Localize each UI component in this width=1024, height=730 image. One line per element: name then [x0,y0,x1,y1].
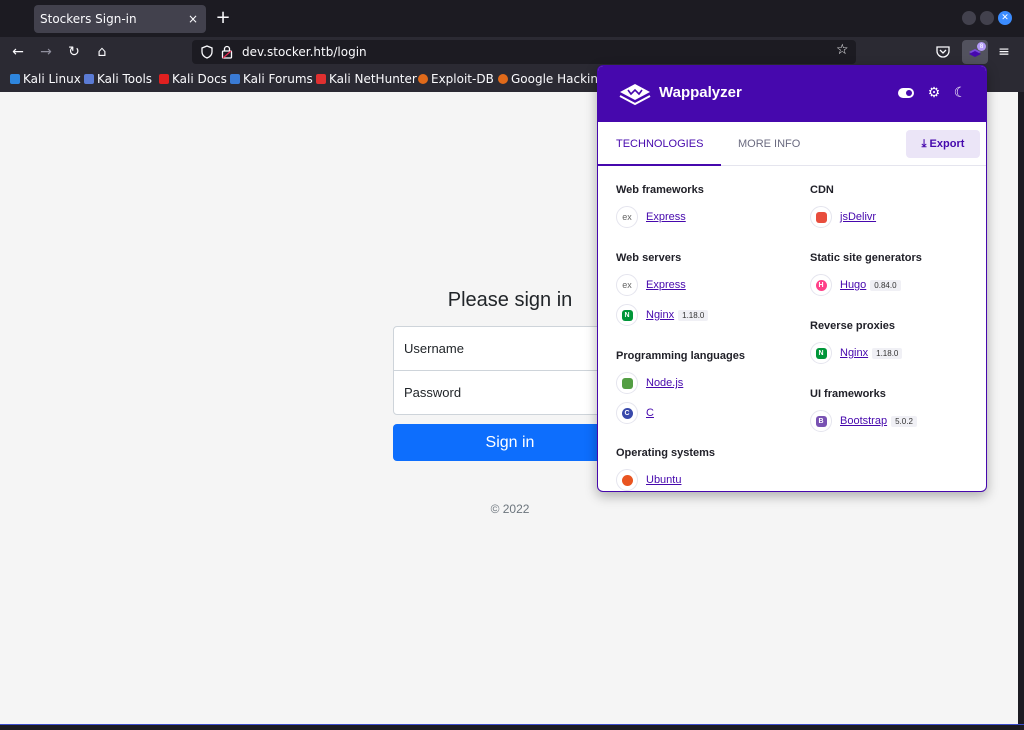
express-icon: ex [616,274,638,296]
tech-item[interactable]: B Bootstrap 5.0.2 [810,410,917,432]
hugo-icon: H [810,274,832,296]
wappalyzer-popup: Wappalyzer ⚙ ☾ TECHNOLOGIES MORE INFO ⤓ … [597,65,987,492]
tech-item[interactable]: Node.js [616,372,683,394]
tech-item[interactable]: N Nginx 1.18.0 [810,342,903,364]
export-button[interactable]: ⤓ Export [906,130,980,158]
home-icon[interactable]: ⌂ [92,41,112,63]
category-web-servers: Web servers [616,252,682,264]
bootstrap-icon: B [810,410,832,432]
category-cdn: CDN [810,184,834,196]
pocket-icon[interactable] [936,46,950,58]
nginx-icon: N [810,342,832,364]
version-badge: 1.18.0 [678,309,709,321]
maximize-button[interactable] [980,11,994,25]
signin-button[interactable]: Sign in [393,424,627,461]
category-static-site-generators: Static site generators [810,252,922,264]
category-web-frameworks: Web frameworks [616,184,704,196]
url-text: dev.stocker.htb/login [242,45,367,59]
tech-item[interactable]: ex Express [616,206,686,228]
wappalyzer-header: Wappalyzer ⚙ ☾ [598,66,986,122]
jsdelivr-icon [810,206,832,228]
password-field[interactable]: Password [393,370,627,415]
tab-stockers-signin[interactable]: Stockers Sign-in × [34,5,206,33]
bookmark-kali-tools[interactable]: Kali Tools [84,67,152,92]
kali-tools-icon [84,74,94,84]
version-badge: 0.84.0 [870,279,901,291]
dark-mode-moon-icon[interactable]: ☾ [952,84,968,101]
kali-nethunter-icon [316,74,326,84]
tech-item[interactable]: H Hugo 0.84.0 [810,274,901,296]
tech-item[interactable]: N Nginx 1.18.0 [616,304,709,326]
reload-icon[interactable]: ↻ [64,41,84,63]
kali-forums-icon [230,74,240,84]
bookmark-kali-linux[interactable]: Kali Linux [10,67,81,92]
toggle-icon[interactable] [898,88,914,98]
window-edge [1018,92,1024,724]
wappalyzer-tabs: TECHNOLOGIES MORE INFO ⤓ Export [598,122,986,166]
bookmark-kali-nethunter[interactable]: Kali NetHunter [316,67,417,92]
settings-gear-icon[interactable]: ⚙ [926,84,942,101]
tech-link[interactable]: jsDelivr [840,211,876,223]
bookmark-google-hacking[interactable]: Google Hacking [498,67,606,92]
bookmark-kali-forums[interactable]: Kali Forums [230,67,313,92]
export-label: Export [929,138,965,150]
page-title: Please sign in [447,289,573,311]
kali-docs-icon [159,74,169,84]
ubuntu-icon [616,469,638,491]
tech-item[interactable]: jsDelivr [810,206,876,228]
navigation-bar: ← → ↻ ⌂ dev.stocker.htb/login ☆ 8 ≡ [0,37,1024,67]
wappalyzer-logo-icon [619,84,651,106]
back-icon[interactable]: ← [8,41,28,63]
tech-link[interactable]: Node.js [646,377,683,389]
bookmark-exploit-db[interactable]: Exploit-DB [418,67,494,92]
tech-item[interactable]: CC [616,402,654,424]
category-reverse-proxies: Reverse proxies [810,320,895,332]
shield-icon[interactable] [200,45,214,59]
tab-more-info[interactable]: MORE INFO [720,122,818,166]
username-field[interactable]: Username [393,326,627,371]
version-badge: 1.18.0 [872,347,903,359]
tech-link[interactable]: Express [646,211,686,223]
exploit-db-icon [418,74,428,84]
menu-icon[interactable]: ≡ [994,41,1014,63]
tech-item[interactable]: ex Express [616,274,686,296]
tech-link[interactable]: Bootstrap [840,415,887,427]
category-ui-frameworks: UI frameworks [810,388,886,400]
tech-item[interactable]: Ubuntu [616,469,681,491]
category-operating-systems: Operating systems [616,447,716,459]
wappalyzer-extension-button[interactable]: 8 [962,40,988,64]
bookmark-kali-docs[interactable]: Kali Docs [159,67,227,92]
nodejs-icon [616,372,638,394]
wappalyzer-title: Wappalyzer [659,84,742,101]
nginx-icon: N [616,304,638,326]
tab-technologies[interactable]: TECHNOLOGIES [598,122,722,166]
bookmark-star-icon[interactable]: ☆ [836,42,849,58]
forward-icon[interactable]: → [36,41,56,63]
tech-link[interactable]: Hugo [840,279,866,291]
copyright-text: © 2022 [490,502,530,516]
url-bar[interactable]: dev.stocker.htb/login ☆ [192,40,856,64]
google-hacking-icon [498,74,508,84]
tab-title: Stockers Sign-in [40,12,137,26]
tech-link[interactable]: Express [646,279,686,291]
tech-link[interactable]: C [646,407,654,419]
download-icon: ⤓ [921,138,927,150]
extension-badge: 8 [977,42,986,51]
category-programming-languages: Programming languages [616,350,745,362]
tab-close-icon[interactable]: × [188,5,198,33]
tab-strip: Stockers Sign-in × + ✕ [0,0,1024,37]
express-icon: ex [616,206,638,228]
c-language-icon: C [616,402,638,424]
version-badge: 5.0.2 [891,415,917,427]
tech-link[interactable]: Nginx [646,309,674,321]
minimize-button[interactable] [962,11,976,25]
window-bottom-edge [0,724,1024,730]
browser-window: Stockers Sign-in × + ✕ ← → ↻ ⌂ dev.stock… [0,0,1024,730]
close-window-button[interactable]: ✕ [998,11,1012,25]
new-tab-button[interactable]: + [215,7,231,29]
tech-link[interactable]: Ubuntu [646,474,681,486]
tech-link[interactable]: Nginx [840,347,868,359]
kali-linux-icon [10,74,20,84]
lock-icon[interactable] [221,45,233,59]
